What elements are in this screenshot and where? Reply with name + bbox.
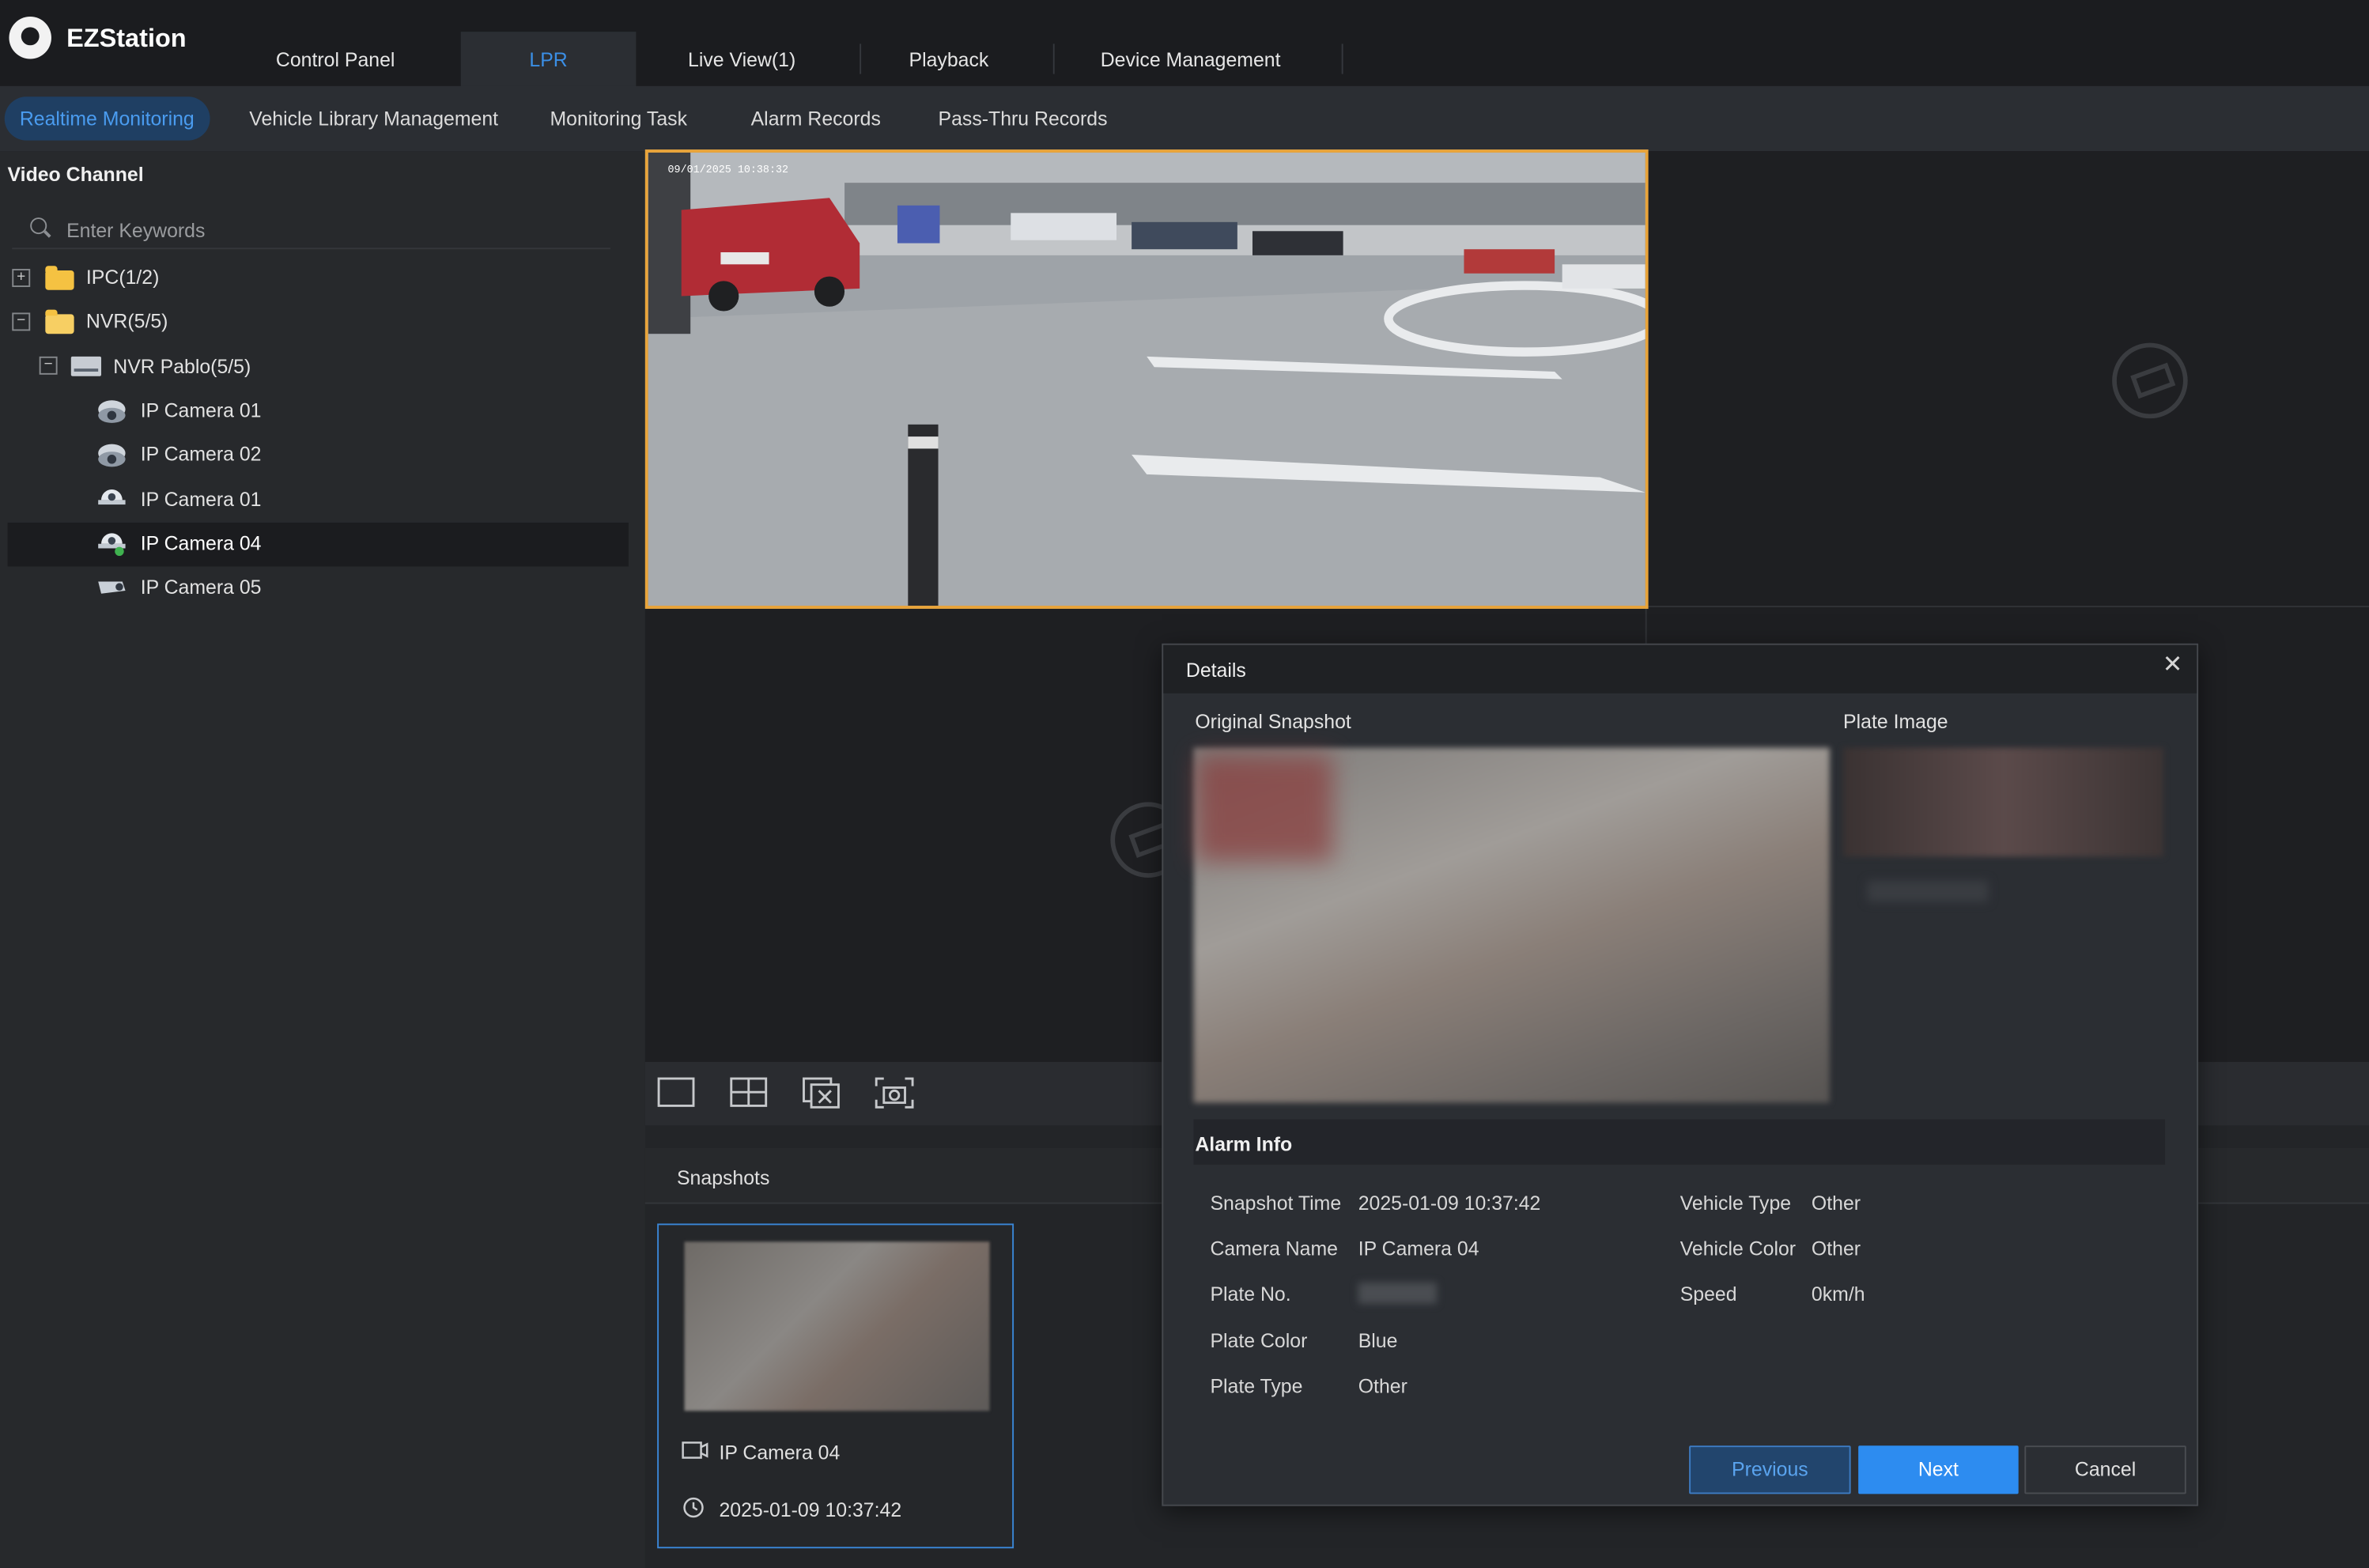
tree-item-ipc[interactable]: IPC(1/2) [86,257,159,299]
search-icon [30,217,47,235]
original-snapshot-label: Original Snapshot [1195,709,1351,733]
folder-open-icon [45,309,74,334]
plate-image-label: Plate Image [1843,709,1948,733]
tree-item-nvr-pablo[interactable]: NVR Pablo(5/5) [113,346,251,387]
dialog-header [1163,644,2197,693]
snapshot-icon[interactable] [875,1074,914,1110]
tree-item-camera[interactable]: IP Camera 02 [141,433,262,475]
clock-icon [683,1497,704,1518]
tab-playback[interactable]: Playback [861,32,1037,86]
field-key: Camera Name [1210,1237,1338,1260]
field-key: Speed [1679,1282,1737,1305]
field-value-plate-color: Blue [1358,1329,1398,1352]
snapshots-title: Snapshots [676,1166,770,1189]
search-input[interactable] [63,214,523,245]
tree-item-camera[interactable]: IP Camera 05 [141,566,262,608]
app-name: EZStation [66,24,187,53]
snapshot-camera-name: IP Camera 04 [719,1441,841,1464]
tree-item-camera-selected[interactable]: IP Camera 04 [141,523,262,565]
no-camera-icon [2112,342,2188,419]
tab-lpr[interactable]: LPR [460,32,637,86]
alarm-info-title: Alarm Info [1195,1132,1293,1156]
fisheye-camera-icon [98,400,126,423]
close-all-icon[interactable] [803,1074,842,1110]
field-value-vehicle-type: Other [1811,1192,1861,1215]
tree-item-camera[interactable]: IP Camera 01 [141,479,262,521]
folder-icon [45,266,74,290]
tree-item-nvr[interactable]: NVR(5/5) [86,300,168,342]
tab-device-management[interactable]: Device Management [1055,32,1327,86]
field-value-plate-type: Other [1358,1374,1407,1398]
subtab-pass-thru-records[interactable]: Pass-Thru Records [923,96,1122,140]
field-value-speed: 0km/h [1811,1282,1865,1305]
search-box [12,209,610,250]
tab-divider [1341,43,1343,74]
plate-text-redacted [1867,880,1989,902]
field-key: Plate No. [1210,1282,1291,1305]
four-window-icon[interactable] [730,1074,769,1110]
cancel-button[interactable]: Cancel [2024,1445,2186,1494]
panel-title: Video Channel [7,163,144,186]
tree-item-camera[interactable]: IP Camera 01 [141,390,262,432]
field-value-vehicle-color: Other [1811,1237,1861,1260]
tab-live-view[interactable]: Live View(1) [636,32,847,86]
camera-icon [682,1441,708,1459]
collapse-toggle[interactable]: − [39,356,58,375]
app-logo-icon [9,17,51,59]
bullet-camera-icon [98,581,126,594]
original-snapshot-detail [1196,755,1333,861]
live-video-window[interactable] [644,149,1649,609]
dome-camera-icon [98,533,126,557]
tab-control-panel[interactable]: Control Panel [242,32,429,86]
fisheye-camera-icon [98,444,126,467]
subtab-monitoring-task[interactable]: Monitoring Task [535,96,702,140]
alarm-info-bar [1193,1119,2166,1165]
collapse-toggle[interactable]: − [12,312,31,331]
field-key: Snapshot Time [1210,1192,1342,1215]
next-button[interactable]: Next [1858,1445,2019,1494]
single-window-icon[interactable] [657,1074,697,1110]
field-value-plate-no-redacted [1358,1282,1438,1304]
subtab-vehicle-library[interactable]: Vehicle Library Management [234,96,513,140]
video-timestamp: 09/01/2025 10:38:32 [667,164,789,177]
field-key: Plate Color [1210,1329,1308,1352]
subtab-realtime-monitoring[interactable]: Realtime Monitoring [4,96,210,141]
nvr-icon [70,356,102,376]
dome-camera-icon [98,489,126,505]
subtab-alarm-records[interactable]: Alarm Records [736,96,896,140]
field-key: Vehicle Color [1679,1237,1797,1260]
plate-image [1843,747,2164,857]
field-key: Vehicle Type [1679,1192,1792,1215]
field-value-camera-name: IP Camera 04 [1358,1237,1479,1260]
field-key: Plate Type [1210,1374,1303,1398]
expand-toggle[interactable]: + [12,269,31,287]
snapshot-thumbnail[interactable] [684,1241,990,1411]
snapshot-time: 2025-01-09 10:37:42 [719,1498,902,1521]
previous-button[interactable]: Previous [1689,1445,1851,1494]
field-value-snapshot-time: 2025-01-09 10:37:42 [1358,1192,1541,1215]
close-icon[interactable]: ✕ [2160,653,2185,678]
dialog-title: Details [1185,658,1246,682]
